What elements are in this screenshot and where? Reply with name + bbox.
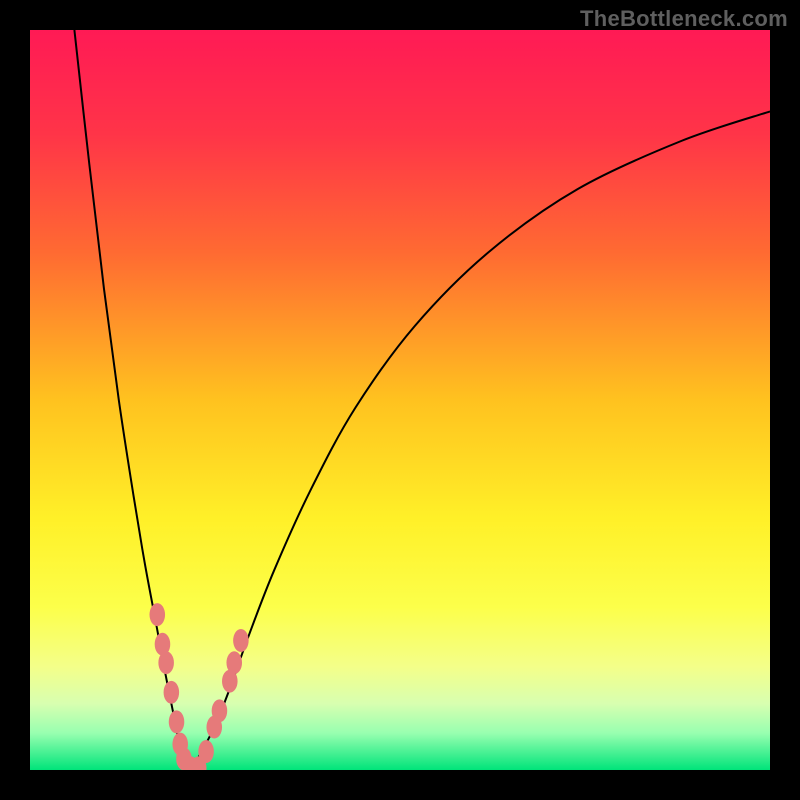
data-marker — [158, 651, 174, 674]
data-marker — [212, 699, 228, 722]
curve-right-branch — [191, 111, 770, 770]
curve-left-branch — [74, 30, 191, 770]
data-marker — [226, 651, 242, 674]
data-marker — [164, 681, 180, 704]
data-marker — [233, 629, 249, 652]
data-marker — [169, 710, 185, 733]
data-marker — [150, 603, 166, 626]
chart-frame: TheBottleneck.com — [0, 0, 800, 800]
attribution-text: TheBottleneck.com — [580, 6, 788, 32]
data-marker — [198, 740, 214, 763]
plot-area — [30, 30, 770, 770]
curve-layer — [30, 30, 770, 770]
